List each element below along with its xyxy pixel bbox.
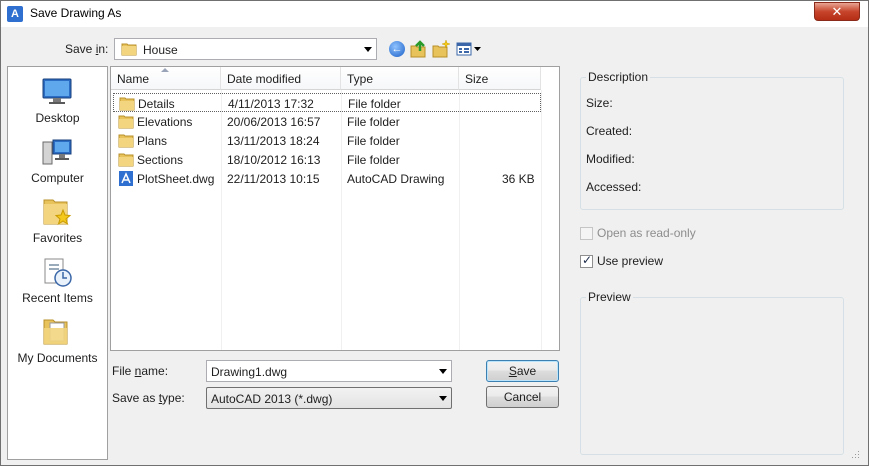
column-header-name[interactable]: Name	[111, 67, 221, 90]
autocad-app-icon: A	[7, 6, 23, 22]
file-name: Elevations	[137, 115, 193, 129]
open-read-only-label: Open as read-only	[597, 226, 696, 240]
title-bar[interactable]: A Save Drawing As ✕	[1, 1, 868, 27]
file-row-plans[interactable]: Plans 13/11/2013 18:24 File folder	[113, 131, 541, 150]
save-in-combo[interactable]: House	[114, 38, 377, 60]
place-label: Desktop	[35, 111, 80, 125]
save-in-label: Save in:	[65, 42, 109, 56]
dialog-client-area: Save in: House ← Desktop Computer Favori…	[7, 29, 862, 460]
column-header-date-modified[interactable]: Date modified	[221, 67, 341, 90]
place-favorites[interactable]: Favorites	[8, 191, 107, 249]
file-name: PlotSheet.dwg	[137, 172, 215, 186]
file-size: 36 KB	[502, 172, 535, 186]
column-header-type[interactable]: Type	[341, 67, 459, 90]
checkmark-icon: ✓	[582, 253, 593, 267]
views-menu-icon	[456, 42, 481, 56]
file-type: File folder	[347, 153, 400, 167]
save-as-type-combo[interactable]: AutoCAD 2013 (*.dwg)	[206, 387, 452, 409]
folder-icon	[118, 153, 134, 167]
preview-group	[580, 297, 844, 455]
accessed-label: Accessed:	[586, 180, 642, 194]
file-row-sections[interactable]: Sections 18/10/2012 16:13 File folder	[113, 150, 541, 169]
new-folder-icon	[432, 39, 451, 58]
use-preview-checkbox[interactable]: ✓	[580, 253, 593, 268]
place-label: Recent Items	[22, 291, 93, 305]
column-header-size[interactable]: Size	[459, 67, 541, 90]
file-date: 22/11/2013 10:15	[227, 172, 320, 186]
column-divider	[541, 90, 542, 350]
open-read-only-checkbox	[580, 227, 593, 240]
save-as-type-value: AutoCAD 2013 (*.dwg)	[211, 392, 333, 406]
folder-icon	[118, 134, 134, 148]
new-folder-button[interactable]	[431, 39, 451, 59]
recent-items-icon	[44, 258, 72, 287]
place-computer[interactable]: Computer	[8, 131, 107, 189]
file-row-details[interactable]: Details 4/11/2013 17:32 File folder	[113, 93, 541, 112]
chevron-down-icon[interactable]	[439, 396, 447, 401]
computer-icon	[42, 139, 72, 165]
folder-icon	[121, 43, 137, 56]
place-label: Favorites	[32, 231, 83, 245]
place-my-documents[interactable]: My Documents	[8, 311, 107, 369]
chevron-down-icon[interactable]	[439, 369, 447, 374]
favorites-icon	[43, 199, 72, 226]
save-as-type-label: Save as type:	[112, 391, 185, 405]
file-date: 20/06/2013 16:57	[227, 115, 321, 129]
file-name-input[interactable]: Drawing1.dwg	[206, 360, 452, 382]
save-button[interactable]: Save	[486, 360, 559, 382]
chevron-down-icon[interactable]	[364, 47, 372, 52]
cancel-button[interactable]: Cancel	[486, 386, 559, 408]
file-name: Sections	[137, 153, 184, 167]
file-name: Plans	[137, 134, 168, 148]
places-bar: Desktop Computer Favorites Recent Items …	[7, 66, 108, 460]
close-button[interactable]: ✕	[814, 2, 860, 21]
place-label: Computer	[31, 171, 84, 185]
file-name: Details	[138, 97, 175, 111]
file-name-value: Drawing1.dwg	[211, 365, 288, 379]
folder-icon	[118, 115, 134, 129]
file-list[interactable]: Name Date modified Type Size Details 4/1…	[110, 66, 560, 351]
file-name-label: File name:	[112, 364, 169, 378]
views-menu-button[interactable]	[455, 39, 483, 59]
size-label: Size:	[586, 96, 613, 110]
resize-grip-icon[interactable]	[850, 449, 860, 459]
file-row-plotsheet[interactable]: PlotSheet.dwg 22/11/2013 10:15 AutoCAD D…	[113, 169, 541, 188]
file-date: 4/11/2013 17:32	[228, 97, 314, 111]
back-button[interactable]: ←	[387, 39, 407, 59]
place-label: My Documents	[17, 351, 98, 365]
modified-label: Modified:	[586, 152, 635, 166]
desktop-icon	[42, 78, 72, 104]
up-folder-icon	[410, 40, 426, 58]
window-title: Save Drawing As	[30, 6, 122, 20]
dwg-file-icon	[119, 171, 133, 186]
my-documents-icon	[43, 319, 68, 345]
save-drawing-dialog: A Save Drawing As ✕ Save in: House ← Des…	[0, 0, 869, 466]
up-one-level-button[interactable]	[409, 39, 429, 59]
folder-icon	[119, 97, 135, 111]
file-type: File folder	[348, 97, 401, 111]
sort-ascending-icon	[161, 68, 169, 72]
description-title: Description	[586, 70, 651, 84]
file-row-elevations[interactable]: Elevations 20/06/2013 16:57 File folder	[113, 112, 541, 131]
file-date: 13/11/2013 18:24	[227, 134, 320, 148]
file-type: File folder	[347, 134, 400, 148]
file-type: File folder	[347, 115, 400, 129]
preview-title: Preview	[586, 290, 633, 304]
created-label: Created:	[586, 124, 633, 138]
file-type: AutoCAD Drawing	[347, 172, 445, 186]
back-arrow-icon: ←	[389, 41, 405, 57]
place-desktop[interactable]: Desktop	[8, 71, 107, 129]
file-date: 18/10/2012 16:13	[227, 153, 321, 167]
place-recent-items[interactable]: Recent Items	[8, 251, 107, 309]
use-preview-label: Use preview	[597, 254, 664, 268]
save-in-value: House	[143, 43, 178, 57]
